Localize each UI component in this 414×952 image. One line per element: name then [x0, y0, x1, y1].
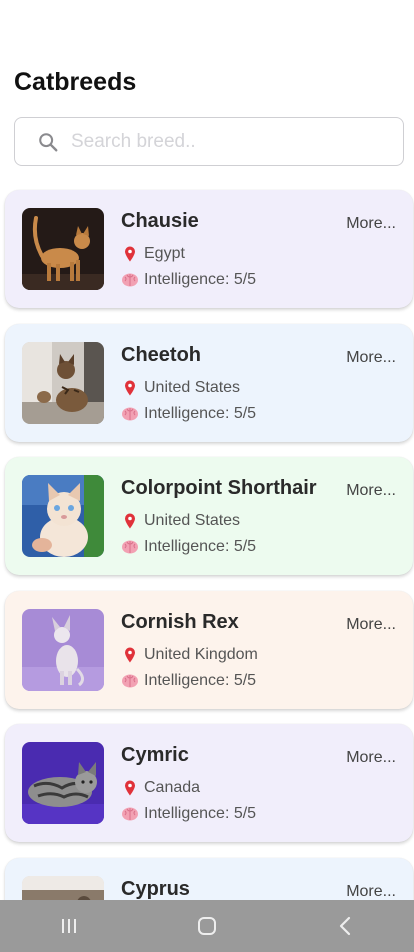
breed-intelligence: Intelligence: 5/5 [121, 405, 256, 423]
origin-text: Egypt [144, 245, 185, 262]
breed-card[interactable]: Cheetoh More... United States Intelligen… [5, 323, 413, 442]
breed-name: Cyprus [121, 877, 190, 900]
intelligence-text: Intelligence: 5/5 [144, 805, 257, 822]
pin-icon [121, 779, 139, 797]
search-icon [37, 131, 59, 153]
more-link[interactable]: More... [346, 616, 396, 634]
more-link[interactable]: More... [346, 482, 396, 500]
breed-photo [22, 475, 104, 557]
intelligence-text: Intelligence: 5/5 [144, 671, 257, 689]
breed-photo [22, 742, 104, 824]
pin-icon [121, 512, 139, 530]
search-bar[interactable] [14, 117, 404, 166]
origin-text: United States [144, 512, 241, 529]
breed-card[interactable]: Cornish Rex More... United Kingdom Intel… [5, 590, 413, 709]
more-link[interactable]: More... [346, 215, 396, 233]
breed-origin: United States [121, 512, 240, 530]
intelligence-text: Intelligence: 5/5 [144, 271, 257, 288]
brain-icon [121, 271, 139, 289]
breed-intelligence: Intelligence: 5/5 [121, 805, 256, 823]
pin-icon [121, 379, 139, 397]
breed-name: Chausie [121, 210, 199, 232]
page-title: Catbreeds [14, 68, 137, 96]
breed-list[interactable]: Chausie More... Egypt Intelligence: 5/5 … [5, 190, 413, 952]
breed-origin: United Kingdom [121, 646, 258, 664]
brain-icon [121, 405, 139, 423]
pin-icon [121, 245, 139, 263]
origin-text: Canada [144, 779, 201, 796]
more-link[interactable]: More... [346, 883, 396, 901]
app-screen: Catbreeds Chausie More... Egypt Intellig… [0, 0, 414, 952]
recent-apps-icon[interactable] [39, 900, 99, 952]
brain-icon [121, 538, 139, 556]
breed-intelligence: Intelligence: 5/5 [121, 538, 256, 556]
breed-name: Colorpoint Shorthair [121, 477, 317, 499]
system-nav-bar [0, 900, 414, 952]
more-link[interactable]: More... [346, 749, 396, 767]
brain-icon [121, 672, 139, 690]
intelligence-text: Intelligence: 5/5 [144, 404, 257, 422]
brain-icon [121, 805, 139, 823]
breed-name: Cymric [121, 744, 189, 766]
search-input[interactable] [71, 128, 381, 156]
origin-text: United Kingdom [144, 645, 258, 663]
breed-name: Cornish Rex [121, 610, 239, 633]
breed-intelligence: Intelligence: 5/5 [121, 271, 256, 289]
breed-origin: Egypt [121, 245, 185, 263]
more-link[interactable]: More... [346, 349, 396, 367]
home-icon[interactable] [177, 900, 237, 952]
breed-intelligence: Intelligence: 5/5 [121, 672, 256, 690]
intelligence-text: Intelligence: 5/5 [144, 538, 257, 555]
breed-photo [22, 208, 104, 290]
back-icon[interactable] [315, 900, 375, 952]
breed-origin: United States [121, 379, 240, 397]
breed-card[interactable]: Cymric More... Canada Intelligence: 5/5 [5, 724, 413, 842]
breed-photo [22, 608, 104, 691]
origin-text: United States [144, 378, 241, 396]
breed-card[interactable]: Chausie More... Egypt Intelligence: 5/5 [5, 190, 413, 308]
breed-origin: Canada [121, 779, 200, 797]
breed-card[interactable]: Colorpoint Shorthair More... United Stat… [5, 457, 413, 575]
pin-icon [121, 646, 139, 664]
breed-name: Cheetoh [121, 343, 201, 366]
breed-photo [22, 341, 104, 424]
